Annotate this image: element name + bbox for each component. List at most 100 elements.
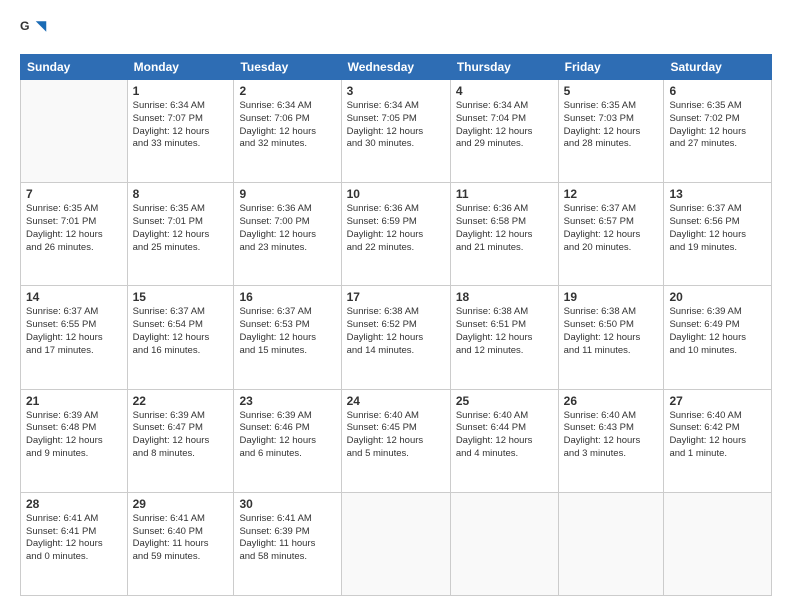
cell-date: 18 [456,290,553,304]
cell-info: Sunrise: 6:40 AM Sunset: 6:42 PM Dayligh… [669,410,766,461]
cell-date: 29 [133,497,229,511]
cell-date: 20 [669,290,766,304]
calendar-cell: 15Sunrise: 6:37 AM Sunset: 6:54 PM Dayli… [127,286,234,389]
cell-date: 6 [669,84,766,98]
calendar-week: 7 Sunrise: 6:35 AM Sunset: 7:01 PM Daylig… [21,183,772,286]
cell-info: Sunrise: 6:35 AM Sunset: 7:03 PM Dayligh… [564,100,659,151]
cell-date: 19 [564,290,659,304]
cell-date: 2 [239,84,335,98]
cell-info: Sunrise: 6:39 AM Sunset: 6:48 PM Dayligh… [26,410,122,461]
calendar-cell: 9 Sunrise: 6:36 AM Sunset: 7:00 PM Daylig… [234,183,341,286]
cell-date: 16 [239,290,335,304]
cell-date: 27 [669,394,766,408]
cell-info: Sunrise: 6:35 AM Sunset: 7:02 PM Dayligh… [669,100,766,151]
cell-info: Sunrise: 6:35 AM Sunset: 7:01 PM Dayligh… [133,203,229,254]
calendar-week: 28 Sunrise: 6:41 AM Sunset: 6:41 PM Dayli… [21,492,772,595]
calendar-cell: 2 Sunrise: 6:34 AM Sunset: 7:06 PM Daylig… [234,80,341,183]
cell-date: 30 [239,497,335,511]
calendar-cell: 28 Sunrise: 6:41 AM Sunset: 6:41 PM Dayli… [21,492,128,595]
cell-date: 14 [26,290,122,304]
svg-text:G: G [20,19,30,33]
cell-date: 3 [347,84,445,98]
calendar-cell: 14 Sunrise: 6:37 AM Sunset: 6:55 PM Dayli… [21,286,128,389]
calendar-cell: 6 Sunrise: 6:35 AM Sunset: 7:02 PM Daylig… [664,80,772,183]
cell-info: Sunrise: 6:36 AM Sunset: 6:59 PM Dayligh… [347,203,445,254]
cell-info: Sunrise: 6:38 AM Sunset: 6:52 PM Dayligh… [347,306,445,357]
cell-info: Sunrise: 6:40 AM Sunset: 6:45 PM Dayligh… [347,410,445,461]
cell-info: Sunrise: 6:41 AM Sunset: 6:40 PM Dayligh… [133,513,229,564]
cell-info: Sunrise: 6:39 AM Sunset: 6:47 PM Dayligh… [133,410,229,461]
calendar-cell: 25 Sunrise: 6:40 AM Sunset: 6:44 PM Dayli… [450,389,558,492]
cell-info: Sunrise: 6:40 AM Sunset: 6:43 PM Dayligh… [564,410,659,461]
calendar-cell: 20 Sunrise: 6:39 AM Sunset: 6:49 PM Dayli… [664,286,772,389]
calendar-cell: 13 Sunrise: 6:37 AM Sunset: 6:56 PM Dayli… [664,183,772,286]
calendar-cell: 12 Sunrise: 6:37 AM Sunset: 6:57 PM Dayli… [558,183,664,286]
cell-info: Sunrise: 6:38 AM Sunset: 6:51 PM Dayligh… [456,306,553,357]
calendar-cell: 21 Sunrise: 6:39 AM Sunset: 6:48 PM Dayli… [21,389,128,492]
cell-date: 9 [239,187,335,201]
calendar-week: 1Sunrise: 6:34 AM Sunset: 7:07 PM Daylig… [21,80,772,183]
cell-info: Sunrise: 6:37 AM Sunset: 6:56 PM Dayligh… [669,203,766,254]
calendar-cell [341,492,450,595]
calendar-cell: 22Sunrise: 6:39 AM Sunset: 6:47 PM Dayli… [127,389,234,492]
cell-date: 28 [26,497,122,511]
cell-date: 12 [564,187,659,201]
cell-info: Sunrise: 6:34 AM Sunset: 7:06 PM Dayligh… [239,100,335,151]
calendar-week: 21 Sunrise: 6:39 AM Sunset: 6:48 PM Dayli… [21,389,772,492]
day-header: Wednesday [341,55,450,80]
calendar-cell: 7Sunrise: 6:35 AM Sunset: 7:01 PM Daylig… [21,183,128,286]
cell-date: 4 [456,84,553,98]
calendar: SundayMondayTuesdayWednesdayThursdayFrid… [20,54,772,596]
cell-info: Sunrise: 6:37 AM Sunset: 6:54 PM Dayligh… [133,306,229,357]
day-header: Sunday [21,55,128,80]
cell-date: 1 [133,84,229,98]
cell-info: Sunrise: 6:34 AM Sunset: 7:04 PM Dayligh… [456,100,553,151]
day-header: Monday [127,55,234,80]
calendar-cell: 19 Sunrise: 6:38 AM Sunset: 6:50 PM Dayli… [558,286,664,389]
logo-icon: G [20,16,48,44]
calendar-cell: 16Sunrise: 6:37 AM Sunset: 6:53 PM Dayli… [234,286,341,389]
cell-info: Sunrise: 6:38 AM Sunset: 6:50 PM Dayligh… [564,306,659,357]
calendar-cell: 24Sunrise: 6:40 AM Sunset: 6:45 PM Dayli… [341,389,450,492]
cell-date: 5 [564,84,659,98]
cell-date: 23 [239,394,335,408]
calendar-cell: 1Sunrise: 6:34 AM Sunset: 7:07 PM Daylig… [127,80,234,183]
logo: G [20,16,52,44]
calendar-cell: 27 Sunrise: 6:40 AM Sunset: 6:42 PM Dayli… [664,389,772,492]
cell-info: Sunrise: 6:41 AM Sunset: 6:39 PM Dayligh… [239,513,335,564]
calendar-cell: 3 Sunrise: 6:34 AM Sunset: 7:05 PM Daylig… [341,80,450,183]
cell-date: 11 [456,187,553,201]
cell-info: Sunrise: 6:36 AM Sunset: 7:00 PM Dayligh… [239,203,335,254]
calendar-cell: 29 Sunrise: 6:41 AM Sunset: 6:40 PM Dayli… [127,492,234,595]
day-header: Saturday [664,55,772,80]
cell-info: Sunrise: 6:34 AM Sunset: 7:05 PM Dayligh… [347,100,445,151]
calendar-cell: 10Sunrise: 6:36 AM Sunset: 6:59 PM Dayli… [341,183,450,286]
cell-date: 17 [347,290,445,304]
day-header: Thursday [450,55,558,80]
day-header: Friday [558,55,664,80]
cell-info: Sunrise: 6:39 AM Sunset: 6:49 PM Dayligh… [669,306,766,357]
calendar-cell: 8Sunrise: 6:35 AM Sunset: 7:01 PM Daylig… [127,183,234,286]
calendar-cell: 30 Sunrise: 6:41 AM Sunset: 6:39 PM Dayli… [234,492,341,595]
calendar-week: 14 Sunrise: 6:37 AM Sunset: 6:55 PM Dayli… [21,286,772,389]
cell-date: 7 [26,187,122,201]
calendar-cell: 17 Sunrise: 6:38 AM Sunset: 6:52 PM Dayli… [341,286,450,389]
cell-info: Sunrise: 6:39 AM Sunset: 6:46 PM Dayligh… [239,410,335,461]
calendar-header: SundayMondayTuesdayWednesdayThursdayFrid… [21,55,772,80]
calendar-cell: 5 Sunrise: 6:35 AM Sunset: 7:03 PM Daylig… [558,80,664,183]
cell-info: Sunrise: 6:40 AM Sunset: 6:44 PM Dayligh… [456,410,553,461]
cell-info: Sunrise: 6:37 AM Sunset: 6:55 PM Dayligh… [26,306,122,357]
cell-info: Sunrise: 6:37 AM Sunset: 6:57 PM Dayligh… [564,203,659,254]
header: G [20,16,772,44]
cell-date: 13 [669,187,766,201]
calendar-cell: 18 Sunrise: 6:38 AM Sunset: 6:51 PM Dayli… [450,286,558,389]
calendar-body: 1Sunrise: 6:34 AM Sunset: 7:07 PM Daylig… [21,80,772,596]
cell-date: 25 [456,394,553,408]
calendar-cell: 11 Sunrise: 6:36 AM Sunset: 6:58 PM Dayli… [450,183,558,286]
cell-info: Sunrise: 6:36 AM Sunset: 6:58 PM Dayligh… [456,203,553,254]
cell-date: 21 [26,394,122,408]
cell-date: 26 [564,394,659,408]
calendar-cell: 4 Sunrise: 6:34 AM Sunset: 7:04 PM Daylig… [450,80,558,183]
cell-info: Sunrise: 6:41 AM Sunset: 6:41 PM Dayligh… [26,513,122,564]
day-header: Tuesday [234,55,341,80]
